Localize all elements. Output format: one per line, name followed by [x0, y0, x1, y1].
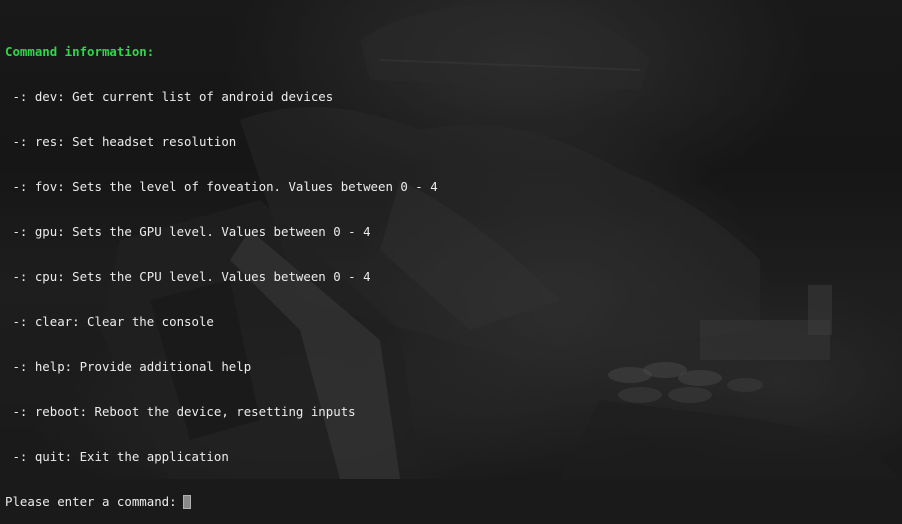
command-line-help: -: help: Provide additional help	[5, 359, 252, 374]
command-line-quit: -: quit: Exit the application	[5, 449, 229, 464]
command-line-res: -: res: Set headset resolution	[5, 134, 237, 149]
command-prompt-line[interactable]: Please enter a command:	[5, 494, 438, 509]
command-prompt-label: Please enter a command:	[5, 494, 177, 509]
command-line-fov: -: fov: Sets the level of foveation. Val…	[5, 179, 438, 194]
command-info-heading: Command information:	[5, 44, 155, 59]
text-cursor	[182, 494, 191, 509]
terminal-output[interactable]: Command information: -: dev: Get current…	[5, 14, 438, 524]
command-line-gpu: -: gpu: Sets the GPU level. Values betwe…	[5, 224, 371, 239]
command-line-dev: -: dev: Get current list of android devi…	[5, 89, 334, 104]
command-line-reboot: -: reboot: Reboot the device, resetting …	[5, 404, 356, 419]
command-line-cpu: -: cpu: Sets the CPU level. Values betwe…	[5, 269, 371, 284]
command-line-clear: -: clear: Clear the console	[5, 314, 214, 329]
